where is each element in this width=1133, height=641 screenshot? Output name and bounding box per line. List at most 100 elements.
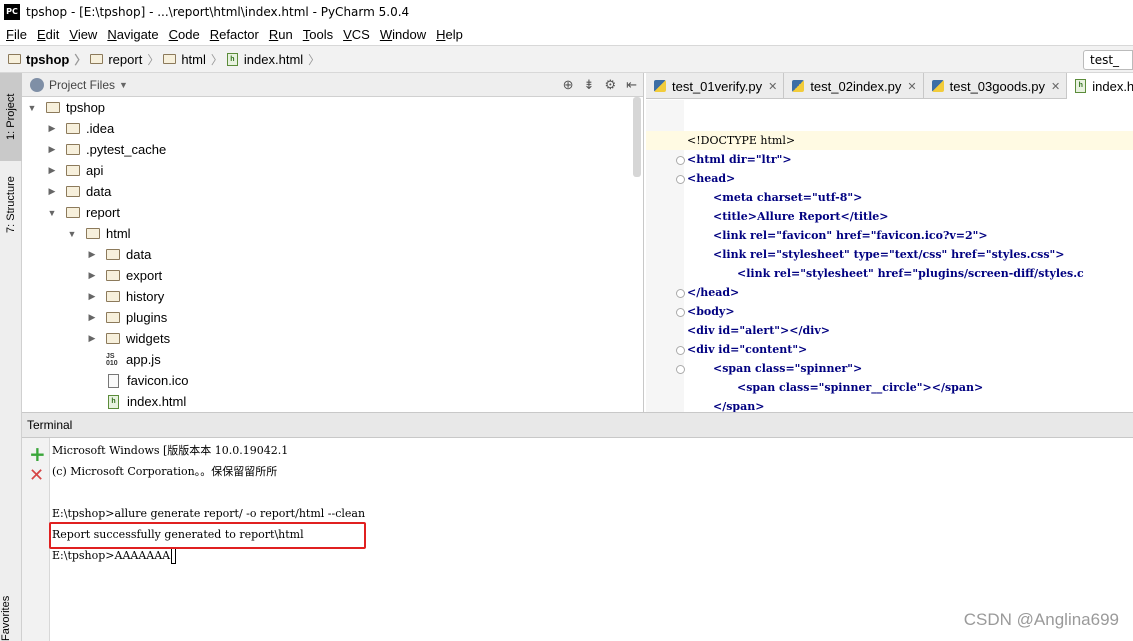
gear-icon[interactable]: ⚙ <box>604 77 616 93</box>
tree-item-html[interactable]: ▼ html <box>66 223 131 244</box>
tree-item-html-data[interactable]: ▶ data <box>86 244 152 265</box>
fold-marker-icon[interactable] <box>676 156 685 165</box>
collapsed-arrow-icon[interactable]: ▶ <box>86 333 98 344</box>
tree-item-report[interactable]: ▼ report <box>46 202 120 223</box>
collapsed-arrow-icon[interactable]: ▶ <box>46 123 58 134</box>
chevron-down-icon[interactable]: ▼ <box>119 80 128 90</box>
code-line: <link rel="stylesheet" type="text/css" h… <box>713 248 1065 261</box>
code-line: </head> <box>687 286 740 299</box>
code-line: </span> <box>713 400 765 412</box>
code-line: <html dir="ltr"> <box>687 153 792 166</box>
folder-icon <box>106 249 120 260</box>
left-tool-strip: 1: Project 7: Structure <box>0 73 22 641</box>
breadcrumb-index-html[interactable]: h index.html 〉 <box>226 51 320 68</box>
folder-icon <box>66 123 80 134</box>
tree-item-history[interactable]: ▶ history <box>86 286 165 307</box>
fold-marker-icon[interactable] <box>676 289 685 298</box>
collapsed-arrow-icon[interactable]: ▶ <box>86 312 98 323</box>
new-session-plus-icon[interactable]: + <box>29 442 46 466</box>
hide-panel-icon[interactable]: ⇤ <box>626 77 637 93</box>
collapsed-arrow-icon[interactable]: ▶ <box>46 144 58 155</box>
menu-edit[interactable]: Edit <box>31 27 63 42</box>
project-scrollbar[interactable] <box>633 97 641 177</box>
menu-refactor[interactable]: Refactor <box>204 27 263 42</box>
menu-help[interactable]: Help <box>430 27 467 42</box>
tab-structure[interactable]: 7: Structure <box>0 165 22 245</box>
code-line: <div id="content"> <box>687 343 808 356</box>
tree-item-export[interactable]: ▶ export <box>86 265 163 286</box>
expanded-arrow-icon[interactable]: ▼ <box>46 208 58 218</box>
collapsed-arrow-icon[interactable]: ▶ <box>46 165 58 176</box>
code-line: <link rel="favicon" href="favicon.ico?v=… <box>713 229 988 242</box>
tree-item-idea[interactable]: ▶ .idea <box>46 118 115 139</box>
menu-navigate[interactable]: Navigate <box>101 27 162 42</box>
breadcrumb-report[interactable]: report 〉 <box>90 51 159 68</box>
expanded-arrow-icon[interactable]: ▼ <box>26 103 38 113</box>
tab-project[interactable]: 1: Project <box>0 73 22 161</box>
fold-marker-icon[interactable] <box>676 346 685 355</box>
fold-marker-icon[interactable] <box>676 365 685 374</box>
tab-test-02index[interactable]: test_02index.py ✕ <box>784 73 924 99</box>
menu-view[interactable]: View <box>63 27 101 42</box>
menu-bar: File Edit View Navigate Code Refactor Ru… <box>0 23 1133 45</box>
tab-test-01verify[interactable]: test_01verify.py ✕ <box>646 73 785 99</box>
tab-index-html[interactable]: h index.h <box>1067 73 1133 99</box>
menu-run[interactable]: Run <box>263 27 297 42</box>
menu-code[interactable]: Code <box>163 27 204 42</box>
terminal-line: E:\tpshop>allure generate report/ -o rep… <box>52 507 366 520</box>
watermark: CSDN @Anglina699 <box>963 610 1119 629</box>
menu-vcs[interactable]: VCS <box>337 27 374 42</box>
breadcrumb-tpshop[interactable]: tpshop 〉 <box>8 51 86 68</box>
tree-item-tpshop[interactable]: ▼ tpshop <box>26 97 106 118</box>
tree-item-pytest-cache[interactable]: ▶ .pytest_cache <box>46 139 167 160</box>
fold-marker-icon[interactable] <box>676 175 685 184</box>
folder-icon <box>106 312 120 323</box>
code-line: <meta charset="utf-8"> <box>713 191 863 204</box>
code-area[interactable]: <!DOCTYPE html> <html dir="ltr"> <head> … <box>646 100 1133 412</box>
html-file-icon: h <box>226 52 238 66</box>
collapsed-arrow-icon[interactable]: ▶ <box>86 291 98 302</box>
python-file-icon <box>931 80 944 92</box>
tree-item-index-html[interactable]: h index.html <box>106 391 186 412</box>
menu-file[interactable]: File <box>0 27 31 42</box>
tree-item-plugins[interactable]: ▶ plugins <box>86 307 168 328</box>
code-line: <span class="spinner__circle"></span> <box>737 381 984 394</box>
close-icon[interactable]: ✕ <box>907 80 916 93</box>
close-icon[interactable]: ✕ <box>768 80 777 93</box>
folder-icon <box>90 54 104 64</box>
html-file-icon: h <box>108 394 119 409</box>
scroll-from-source-icon[interactable]: ⊕ <box>563 77 574 93</box>
tree-item-data[interactable]: ▶ data <box>46 181 112 202</box>
close-icon[interactable]: ✕ <box>1051 80 1060 93</box>
tab-favorites[interactable]: Favorites <box>0 596 22 641</box>
folder-icon <box>66 144 80 155</box>
tree-item-widgets[interactable]: ▶ widgets <box>86 328 171 349</box>
html-file-icon: h <box>1075 79 1087 93</box>
collapse-all-icon[interactable]: ⇟ <box>584 77 595 93</box>
fold-marker-icon[interactable] <box>676 308 685 317</box>
chevron-right-icon: 〉 <box>210 52 223 67</box>
close-session-icon[interactable]: ✕ <box>29 465 44 486</box>
menu-window[interactable]: Window <box>374 27 430 42</box>
tree-item-favicon[interactable]: favicon.ico <box>106 370 188 391</box>
collapsed-arrow-icon[interactable]: ▶ <box>86 270 98 281</box>
project-view-selector[interactable]: Project Files <box>49 78 115 92</box>
tree-item-api[interactable]: ▶ api <box>46 160 104 181</box>
expanded-arrow-icon[interactable]: ▼ <box>66 229 78 239</box>
tab-test-03goods[interactable]: test_03goods.py ✕ <box>924 73 1068 99</box>
breadcrumb-html[interactable]: html 〉 <box>163 51 223 68</box>
python-file-icon <box>792 80 805 92</box>
folder-icon <box>106 291 120 302</box>
terminal-header: Terminal <box>22 412 1133 438</box>
collapsed-arrow-icon[interactable]: ▶ <box>86 249 98 260</box>
code-line: <head> <box>687 172 736 185</box>
tree-item-app-js[interactable]: JS 010 app.js <box>106 349 161 370</box>
folder-icon <box>66 186 80 197</box>
run-config-selector[interactable]: test_ <box>1083 50 1133 70</box>
menu-tools[interactable]: Tools <box>297 27 337 42</box>
collapsed-arrow-icon[interactable]: ▶ <box>46 186 58 197</box>
project-view-icon <box>30 77 44 92</box>
terminal-line: (c) Microsoft Corporation。。保保留留所所 <box>52 465 278 478</box>
folder-icon <box>106 270 120 281</box>
title-bar: PC tpshop - [E:\tpshop] - ...\report\htm… <box>0 0 1133 23</box>
